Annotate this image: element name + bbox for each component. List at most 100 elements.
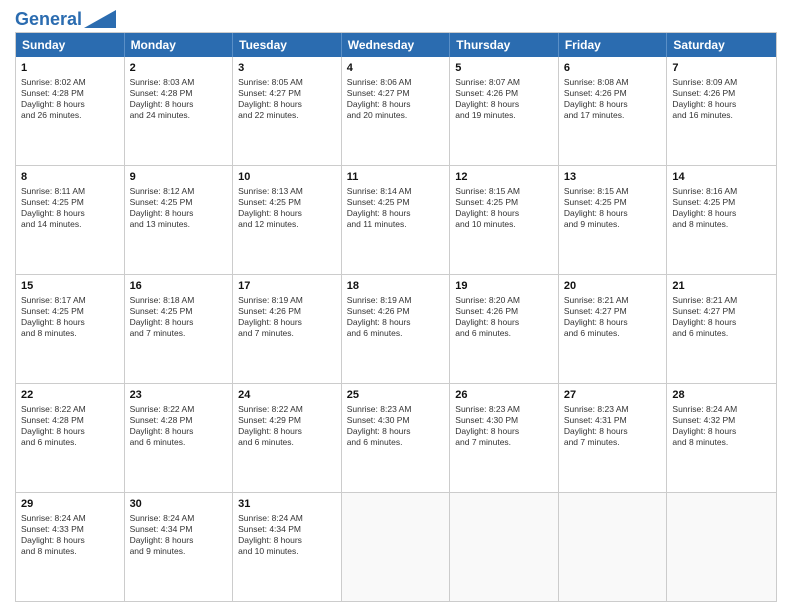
logo-icon xyxy=(84,10,116,28)
calendar-cell: 18Sunrise: 8:19 AM Sunset: 4:26 PM Dayli… xyxy=(342,275,451,383)
day-number: 26 xyxy=(455,388,553,403)
day-info: Sunrise: 8:03 AM Sunset: 4:28 PM Dayligh… xyxy=(130,77,228,121)
calendar-cell: 30Sunrise: 8:24 AM Sunset: 4:34 PM Dayli… xyxy=(125,493,234,601)
day-number: 13 xyxy=(564,170,662,185)
day-info: Sunrise: 8:19 AM Sunset: 4:26 PM Dayligh… xyxy=(238,295,336,339)
calendar-cell: 5Sunrise: 8:07 AM Sunset: 4:26 PM Daylig… xyxy=(450,57,559,165)
calendar-cell: 24Sunrise: 8:22 AM Sunset: 4:29 PM Dayli… xyxy=(233,384,342,492)
weekday-header: Tuesday xyxy=(233,33,342,57)
calendar-row: 15Sunrise: 8:17 AM Sunset: 4:25 PM Dayli… xyxy=(16,275,776,384)
day-info: Sunrise: 8:13 AM Sunset: 4:25 PM Dayligh… xyxy=(238,186,336,230)
calendar-cell: 20Sunrise: 8:21 AM Sunset: 4:27 PM Dayli… xyxy=(559,275,668,383)
day-info: Sunrise: 8:15 AM Sunset: 4:25 PM Dayligh… xyxy=(564,186,662,230)
day-number: 27 xyxy=(564,388,662,403)
calendar-cell: 31Sunrise: 8:24 AM Sunset: 4:34 PM Dayli… xyxy=(233,493,342,601)
day-info: Sunrise: 8:23 AM Sunset: 4:30 PM Dayligh… xyxy=(347,404,445,448)
day-number: 4 xyxy=(347,61,445,76)
weekday-header: Wednesday xyxy=(342,33,451,57)
day-number: 2 xyxy=(130,61,228,76)
calendar-cell: 6Sunrise: 8:08 AM Sunset: 4:26 PM Daylig… xyxy=(559,57,668,165)
calendar-cell: 23Sunrise: 8:22 AM Sunset: 4:28 PM Dayli… xyxy=(125,384,234,492)
calendar-cell: 26Sunrise: 8:23 AM Sunset: 4:30 PM Dayli… xyxy=(450,384,559,492)
day-info: Sunrise: 8:06 AM Sunset: 4:27 PM Dayligh… xyxy=(347,77,445,121)
day-number: 18 xyxy=(347,279,445,294)
calendar-row: 22Sunrise: 8:22 AM Sunset: 4:28 PM Dayli… xyxy=(16,384,776,493)
day-info: Sunrise: 8:12 AM Sunset: 4:25 PM Dayligh… xyxy=(130,186,228,230)
day-number: 17 xyxy=(238,279,336,294)
weekday-header: Saturday xyxy=(667,33,776,57)
calendar-cell: 8Sunrise: 8:11 AM Sunset: 4:25 PM Daylig… xyxy=(16,166,125,274)
day-info: Sunrise: 8:07 AM Sunset: 4:26 PM Dayligh… xyxy=(455,77,553,121)
day-number: 28 xyxy=(672,388,771,403)
calendar: SundayMondayTuesdayWednesdayThursdayFrid… xyxy=(15,32,777,602)
day-info: Sunrise: 8:21 AM Sunset: 4:27 PM Dayligh… xyxy=(564,295,662,339)
day-info: Sunrise: 8:24 AM Sunset: 4:32 PM Dayligh… xyxy=(672,404,771,448)
day-number: 30 xyxy=(130,497,228,512)
day-info: Sunrise: 8:18 AM Sunset: 4:25 PM Dayligh… xyxy=(130,295,228,339)
calendar-cell: 28Sunrise: 8:24 AM Sunset: 4:32 PM Dayli… xyxy=(667,384,776,492)
calendar-cell: 15Sunrise: 8:17 AM Sunset: 4:25 PM Dayli… xyxy=(16,275,125,383)
day-number: 14 xyxy=(672,170,771,185)
day-number: 22 xyxy=(21,388,119,403)
calendar-cell: 13Sunrise: 8:15 AM Sunset: 4:25 PM Dayli… xyxy=(559,166,668,274)
day-info: Sunrise: 8:15 AM Sunset: 4:25 PM Dayligh… xyxy=(455,186,553,230)
calendar-cell xyxy=(559,493,668,601)
weekday-header: Monday xyxy=(125,33,234,57)
day-number: 3 xyxy=(238,61,336,76)
day-info: Sunrise: 8:08 AM Sunset: 4:26 PM Dayligh… xyxy=(564,77,662,121)
calendar-cell: 7Sunrise: 8:09 AM Sunset: 4:26 PM Daylig… xyxy=(667,57,776,165)
day-info: Sunrise: 8:22 AM Sunset: 4:29 PM Dayligh… xyxy=(238,404,336,448)
day-info: Sunrise: 8:16 AM Sunset: 4:25 PM Dayligh… xyxy=(672,186,771,230)
weekday-header: Friday xyxy=(559,33,668,57)
day-info: Sunrise: 8:24 AM Sunset: 4:33 PM Dayligh… xyxy=(21,513,119,557)
calendar-cell xyxy=(667,493,776,601)
calendar-row: 8Sunrise: 8:11 AM Sunset: 4:25 PM Daylig… xyxy=(16,166,776,275)
calendar-cell: 22Sunrise: 8:22 AM Sunset: 4:28 PM Dayli… xyxy=(16,384,125,492)
calendar-cell: 27Sunrise: 8:23 AM Sunset: 4:31 PM Dayli… xyxy=(559,384,668,492)
calendar-cell: 11Sunrise: 8:14 AM Sunset: 4:25 PM Dayli… xyxy=(342,166,451,274)
calendar-body: 1Sunrise: 8:02 AM Sunset: 4:28 PM Daylig… xyxy=(16,57,776,601)
day-number: 19 xyxy=(455,279,553,294)
day-number: 25 xyxy=(347,388,445,403)
day-number: 1 xyxy=(21,61,119,76)
day-info: Sunrise: 8:05 AM Sunset: 4:27 PM Dayligh… xyxy=(238,77,336,121)
calendar-cell xyxy=(342,493,451,601)
calendar-cell: 4Sunrise: 8:06 AM Sunset: 4:27 PM Daylig… xyxy=(342,57,451,165)
day-number: 12 xyxy=(455,170,553,185)
logo: General xyxy=(15,10,116,24)
calendar-cell: 9Sunrise: 8:12 AM Sunset: 4:25 PM Daylig… xyxy=(125,166,234,274)
page: General SundayMondayTuesdayWednesdayThur… xyxy=(0,0,792,612)
calendar-cell: 1Sunrise: 8:02 AM Sunset: 4:28 PM Daylig… xyxy=(16,57,125,165)
calendar-cell: 14Sunrise: 8:16 AM Sunset: 4:25 PM Dayli… xyxy=(667,166,776,274)
header: General xyxy=(15,10,777,24)
day-number: 10 xyxy=(238,170,336,185)
day-info: Sunrise: 8:09 AM Sunset: 4:26 PM Dayligh… xyxy=(672,77,771,121)
calendar-cell: 10Sunrise: 8:13 AM Sunset: 4:25 PM Dayli… xyxy=(233,166,342,274)
day-info: Sunrise: 8:24 AM Sunset: 4:34 PM Dayligh… xyxy=(238,513,336,557)
day-number: 29 xyxy=(21,497,119,512)
day-info: Sunrise: 8:22 AM Sunset: 4:28 PM Dayligh… xyxy=(21,404,119,448)
calendar-cell: 19Sunrise: 8:20 AM Sunset: 4:26 PM Dayli… xyxy=(450,275,559,383)
day-number: 20 xyxy=(564,279,662,294)
day-number: 7 xyxy=(672,61,771,76)
calendar-cell: 2Sunrise: 8:03 AM Sunset: 4:28 PM Daylig… xyxy=(125,57,234,165)
day-info: Sunrise: 8:23 AM Sunset: 4:31 PM Dayligh… xyxy=(564,404,662,448)
calendar-cell: 25Sunrise: 8:23 AM Sunset: 4:30 PM Dayli… xyxy=(342,384,451,492)
calendar-cell: 12Sunrise: 8:15 AM Sunset: 4:25 PM Dayli… xyxy=(450,166,559,274)
weekday-header: Sunday xyxy=(16,33,125,57)
day-info: Sunrise: 8:24 AM Sunset: 4:34 PM Dayligh… xyxy=(130,513,228,557)
day-number: 6 xyxy=(564,61,662,76)
day-number: 24 xyxy=(238,388,336,403)
calendar-cell: 29Sunrise: 8:24 AM Sunset: 4:33 PM Dayli… xyxy=(16,493,125,601)
day-info: Sunrise: 8:17 AM Sunset: 4:25 PM Dayligh… xyxy=(21,295,119,339)
calendar-cell: 21Sunrise: 8:21 AM Sunset: 4:27 PM Dayli… xyxy=(667,275,776,383)
day-number: 8 xyxy=(21,170,119,185)
day-info: Sunrise: 8:23 AM Sunset: 4:30 PM Dayligh… xyxy=(455,404,553,448)
day-number: 15 xyxy=(21,279,119,294)
day-number: 23 xyxy=(130,388,228,403)
day-number: 21 xyxy=(672,279,771,294)
day-info: Sunrise: 8:22 AM Sunset: 4:28 PM Dayligh… xyxy=(130,404,228,448)
calendar-cell: 3Sunrise: 8:05 AM Sunset: 4:27 PM Daylig… xyxy=(233,57,342,165)
logo-text: General xyxy=(15,10,82,28)
day-number: 5 xyxy=(455,61,553,76)
